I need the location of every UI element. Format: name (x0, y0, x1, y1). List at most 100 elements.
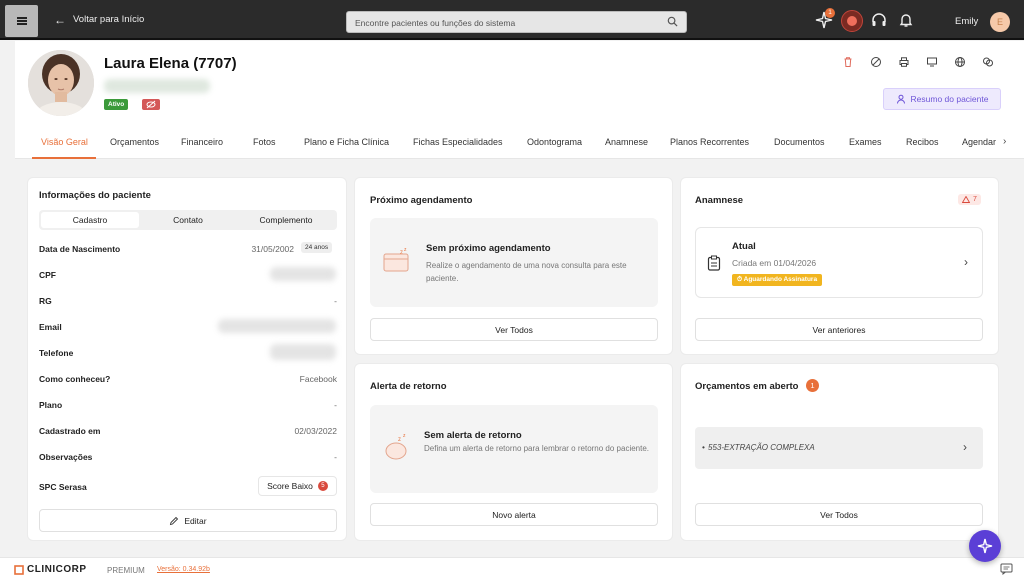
notifications-button[interactable] (897, 11, 917, 31)
tab-recibos[interactable]: Recibos (906, 137, 939, 147)
patient-name: Laura Elena (7707) (104, 55, 237, 72)
brand-name: CLINICORP (27, 564, 87, 575)
delete-button[interactable] (842, 56, 856, 70)
budget-item-label: 553-EXTRAÇÃO COMPLEXA (708, 443, 815, 452)
ai-sparkle-button[interactable]: 1 (815, 8, 835, 31)
tab-anamnese[interactable]: Anamnese (605, 137, 648, 147)
value-plano: - (334, 400, 337, 410)
brand-logo: CLINICORP (14, 564, 87, 575)
version-link[interactable]: Versão: 0.34.92b (157, 566, 210, 573)
segment-complemento[interactable]: Complemento (237, 212, 335, 228)
patient-info-title: Informações do paciente (39, 190, 151, 201)
anamnese-alert-count: 7 (973, 196, 977, 203)
user-name[interactable]: Emily (955, 16, 978, 27)
score-button[interactable]: Score Baixo 5 (258, 476, 337, 496)
edit-button[interactable]: Editar (39, 509, 337, 532)
tab-fotos[interactable]: Fotos (253, 137, 276, 147)
anamnese-item-title: Atual (732, 241, 756, 252)
segment-contato[interactable]: Contato (139, 212, 237, 228)
svg-text:z: z (398, 437, 401, 443)
active-tab-indicator (32, 157, 96, 159)
tab-documentos[interactable]: Documentos (774, 137, 825, 147)
view-all-budgets-button[interactable]: Ver Todos (695, 503, 983, 526)
support-button[interactable] (870, 11, 890, 31)
patient-photo (28, 50, 94, 116)
menu-button[interactable] (5, 5, 38, 37)
record-button[interactable] (841, 10, 863, 32)
edit-label: Editar (184, 515, 207, 526)
tab-odontograma[interactable]: Odontograma (527, 137, 582, 147)
label-data-nascimento: Data de Nascimento (39, 244, 121, 254)
tab-orcamentos[interactable]: Orçamentos (110, 137, 159, 147)
awaiting-signature-label: Aguardando Assinatura (743, 276, 818, 283)
chevron-right-icon: › (963, 440, 967, 454)
awaiting-signature-badge: ⏱ Aguardando Assinatura (732, 274, 823, 286)
tab-planos-recorrentes[interactable]: Planos Recorrentes (670, 137, 749, 147)
globe-icon (955, 57, 965, 67)
search-input[interactable]: Encontre pacientes ou funções do sistema (346, 11, 687, 33)
return-alert-title: Alerta de retorno (370, 381, 447, 392)
value-cadastrado-em: 02/03/2022 (294, 426, 337, 436)
next-appointment-empty-title: Sem próximo agendamento (426, 243, 551, 254)
label-email: Email (39, 322, 62, 332)
eye-off-icon (146, 100, 156, 109)
return-alert-empty-sub: Defina um alerta de retorno para lembrar… (424, 444, 650, 453)
view-previous-button[interactable]: Ver anteriores (695, 318, 983, 341)
block-icon (871, 57, 881, 67)
bell-icon (899, 14, 913, 27)
ai-assistant-button[interactable] (969, 530, 1001, 562)
anamnese-item-date: Criada em 01/04/2026 (732, 258, 817, 268)
top-bar: ← Voltar para Início Encontre pacientes … (0, 0, 1024, 40)
print-button[interactable] (898, 56, 912, 70)
svg-text:z: z (404, 248, 407, 253)
label-cadastrado-em: Cadastrado em (39, 426, 101, 436)
tab-plano-ficha-clinica[interactable]: Plano e Ficha Clínica (304, 137, 389, 147)
printer-icon (899, 57, 909, 67)
tab-financeiro[interactable]: Financeiro (181, 137, 223, 147)
screen-button[interactable] (926, 56, 940, 70)
view-all-appointments-label: Ver Todos (495, 324, 533, 335)
tab-agendar[interactable]: Agendar (962, 137, 1000, 147)
chevron-right-icon: › (964, 255, 968, 269)
budget-item-bullet: • (702, 443, 705, 452)
privacy-badge[interactable] (142, 99, 160, 110)
tab-exames[interactable]: Exames (849, 137, 882, 147)
next-appointment-empty-sub: Realize o agendamento de uma nova consul… (426, 261, 627, 283)
record-icon (847, 16, 857, 26)
redacted-email (218, 319, 336, 333)
label-rg: RG (39, 296, 52, 306)
patient-summary-button[interactable]: Resumo do paciente (883, 88, 1001, 110)
sleeping-bell-icon: zz (385, 433, 407, 460)
chevron-right-icon[interactable]: › (1003, 136, 1006, 147)
avatar[interactable]: E (990, 12, 1010, 32)
segment-cadastro[interactable]: Cadastro (41, 212, 139, 228)
new-alert-label: Novo alerta (492, 509, 536, 520)
anamnese-alert-badge: 7 (958, 194, 981, 205)
chat-icon[interactable] (1000, 563, 1013, 575)
score-badge: 5 (317, 481, 328, 491)
view-all-budgets-label: Ver Todos (820, 509, 858, 520)
open-budgets-count: 1 (806, 379, 819, 392)
status-badge: Ativo (104, 99, 129, 110)
svg-text:z: z (400, 250, 403, 256)
budget-item[interactable]: • 553-EXTRAÇÃO COMPLEXA › (695, 427, 983, 469)
anamnese-title: Anamnese (695, 195, 744, 206)
view-all-appointments-button[interactable]: Ver Todos (370, 318, 658, 341)
block-button[interactable] (870, 56, 884, 70)
value-como-conheceu: Facebook (299, 374, 337, 384)
tab-fichas-especialidades[interactable]: Fichas Especialidades (413, 137, 503, 147)
merge-button[interactable] (982, 56, 996, 70)
value-data-nascimento: 31/05/2002 (251, 244, 294, 254)
new-alert-button[interactable]: Novo alerta (370, 503, 658, 526)
patient-summary-label: Resumo do paciente (910, 94, 989, 104)
redacted-cpf (270, 267, 336, 281)
tab-visao-geral[interactable]: Visão Geral (41, 137, 88, 147)
user-icon (896, 94, 905, 104)
next-appointment-title: Próximo agendamento (370, 195, 473, 206)
info-segmented-control: Cadastro Contato Complemento (39, 210, 337, 230)
clinicorp-logo-icon (14, 564, 24, 575)
globe-button[interactable] (954, 56, 968, 70)
arrow-left-icon: ← (54, 12, 66, 27)
anamnese-current-item[interactable]: Atual Criada em 01/04/2026 ⏱ Aguardando … (695, 227, 983, 298)
back-link[interactable]: ← Voltar para Início (54, 12, 144, 27)
